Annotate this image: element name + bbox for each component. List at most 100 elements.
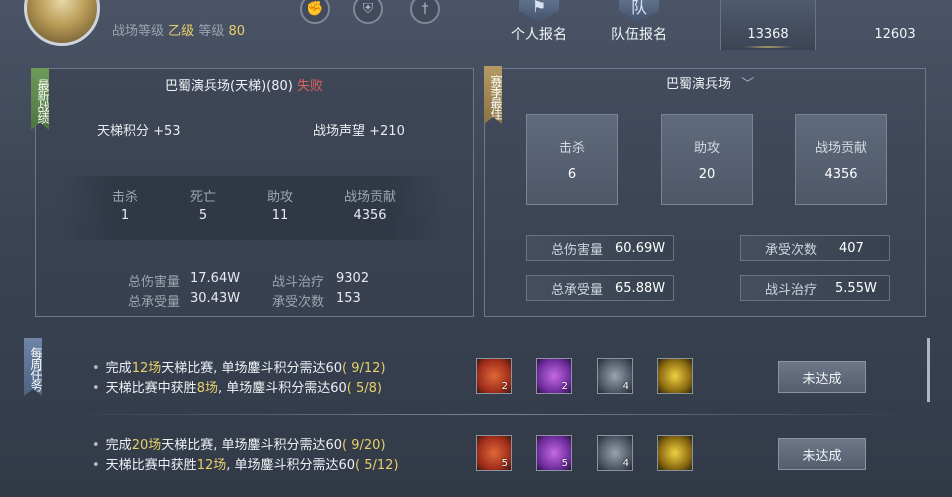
rank-info: 战场等级 乙级 等级 80 [112, 20, 245, 39]
season-total-taken-label: 总承受量 [551, 282, 604, 298]
season-hits-taken-label: 承受次数 [765, 242, 818, 258]
highlight: 20场 [131, 438, 162, 453]
season-total-taken: 总承受量 65.88W [526, 275, 674, 301]
progress: ( 9/20) [342, 438, 386, 453]
season-assists-label: 助攻 [693, 140, 720, 156]
season-kills-card: 击杀 6 [526, 114, 618, 205]
battle-result: 失败 [296, 79, 323, 94]
total-damage-label: 总伤害量 [128, 275, 181, 290]
item-count: 4 [622, 458, 629, 469]
progress: ( 5/12) [355, 458, 399, 473]
hits-taken-value: 153 [336, 291, 361, 306]
sword-item-icon[interactable]: 4 [597, 435, 633, 471]
season-total-taken-value: 65.88W [615, 280, 666, 296]
player-avatar[interactable] [24, 0, 100, 46]
highlight: 8场 [196, 381, 218, 396]
ladder-points: 天梯积分 +53 [97, 124, 181, 139]
gold-pot-icon[interactable] [657, 358, 693, 394]
season-assists-value: 20 [698, 167, 716, 183]
accumulated-score-value: 12603 [874, 27, 916, 42]
current-score-value: 13368 [747, 27, 789, 42]
season-assists-card: 助攻 20 [661, 114, 753, 205]
season-kills-value: 6 [567, 167, 577, 183]
text: 完成 [105, 438, 132, 453]
item-count: 2 [561, 381, 568, 392]
red-scroll-icon[interactable]: 5 [476, 435, 512, 471]
task-2-status-button[interactable]: 未达成 [778, 438, 866, 470]
item-count: 5 [501, 458, 508, 469]
season-healing: 战斗治疗 5.55W [740, 275, 890, 301]
weekly-tasks-ribbon: 每周任务 [24, 338, 42, 396]
progress: ( 5/8) [346, 381, 382, 396]
kills-label: 击杀 [111, 190, 138, 205]
healing-value: 9302 [336, 271, 370, 286]
season-total-damage-value: 60.69W [615, 240, 666, 256]
sword-icon[interactable]: † [410, 0, 440, 24]
level-label: 等级 [198, 24, 225, 39]
level-value: 80 [228, 24, 246, 39]
text: 天梯比赛, 单场鏖斗积分需达60 [161, 438, 343, 453]
season-best-ribbon: 赛季最佳 [484, 66, 502, 124]
season-total-damage: 总伤害量 60.69W [526, 235, 674, 261]
task-2-line-1: • 完成20场天梯比赛, 单场鏖斗积分需达60( 9/20) [92, 434, 386, 453]
banner-icon: ⚑ [519, 0, 559, 22]
kills-value: 1 [120, 208, 130, 223]
season-contribution-card: 战场贡献 4356 [795, 114, 887, 205]
contribution-label: 战场贡献 [343, 190, 396, 205]
text: , 单场鏖斗积分需达60 [217, 381, 347, 396]
highlight: 12场 [196, 458, 227, 473]
text: , 单场鏖斗积分需达60 [226, 458, 356, 473]
season-hits-taken: 承受次数 407 [740, 235, 890, 261]
hits-taken-label: 承受次数 [272, 295, 325, 310]
highlight: 12场 [131, 361, 162, 376]
bullet-icon: • [92, 361, 100, 376]
personal-signup-label: 个人报名 [511, 27, 567, 43]
red-scroll-icon[interactable]: 2 [476, 358, 512, 394]
team-signup-label: 队伍报名 [611, 27, 667, 43]
purple-scroll-icon[interactable]: 2 [536, 358, 572, 394]
task-1-line-1: • 完成12场天梯比赛, 单场鏖斗积分需达60( 9/12) [92, 357, 386, 376]
accumulated-score-box: 12603 [850, 0, 940, 50]
weekly-scrollbar[interactable] [927, 338, 930, 402]
season-map-name: 巴蜀演兵场 [666, 77, 732, 92]
text: 天梯比赛, 单场鏖斗积分需达60 [161, 361, 343, 376]
personal-signup-button[interactable]: ⚑ 个人报名 [494, 0, 584, 44]
bullet-icon: • [92, 381, 100, 396]
season-map-selector[interactable]: 巴蜀演兵场 ﹀ [666, 73, 754, 92]
text: 天梯比赛中获胜 [105, 381, 197, 396]
team-emblem-icon: 队 [619, 0, 659, 22]
battle-name: 巴蜀演兵场(天梯)(80) [165, 79, 293, 94]
purple-scroll-icon[interactable]: 5 [536, 435, 572, 471]
shield-icon[interactable]: ⛨ [353, 0, 383, 24]
contribution-value: 4356 [353, 208, 387, 223]
assists-label: 助攻 [266, 190, 293, 205]
sword-item-icon[interactable]: 4 [597, 358, 633, 394]
total-damage-value: 17.64W [190, 271, 241, 286]
task-divider [60, 414, 922, 415]
current-score-box: 13368 [720, 0, 816, 50]
season-contribution-label: 战场贡献 [814, 140, 867, 156]
rank-label: 战场等级 [112, 24, 165, 39]
season-kills-label: 击杀 [558, 140, 585, 156]
deaths-value: 5 [198, 208, 208, 223]
item-count: 4 [622, 381, 629, 392]
season-healing-value: 5.55W [835, 280, 877, 296]
bullet-icon: • [92, 438, 100, 453]
season-total-damage-label: 总伤害量 [551, 242, 604, 258]
team-signup-button[interactable]: 队 队伍报名 [594, 0, 684, 44]
total-taken-label: 总承受量 [128, 295, 181, 310]
item-count: 2 [501, 381, 508, 392]
chevron-down-icon: ﹀ [741, 77, 755, 92]
bullet-icon: • [92, 458, 100, 473]
healing-label: 战斗治疗 [272, 275, 325, 290]
latest-record-ribbon: 最新战绩 [31, 68, 49, 130]
total-taken-value: 30.43W [190, 291, 241, 306]
fist-icon[interactable]: ✊ [300, 0, 330, 24]
gold-pot-icon[interactable] [657, 435, 693, 471]
task-2-line-2: • 天梯比赛中获胜12场, 单场鏖斗积分需达60( 5/12) [92, 454, 399, 473]
text: 天梯比赛中获胜 [105, 458, 197, 473]
item-count: 5 [561, 458, 568, 469]
task-1-status-button[interactable]: 未达成 [778, 361, 866, 393]
season-contribution-value: 4356 [824, 167, 858, 183]
task-1-line-2: • 天梯比赛中获胜8场, 单场鏖斗积分需达60( 5/8) [92, 377, 382, 396]
